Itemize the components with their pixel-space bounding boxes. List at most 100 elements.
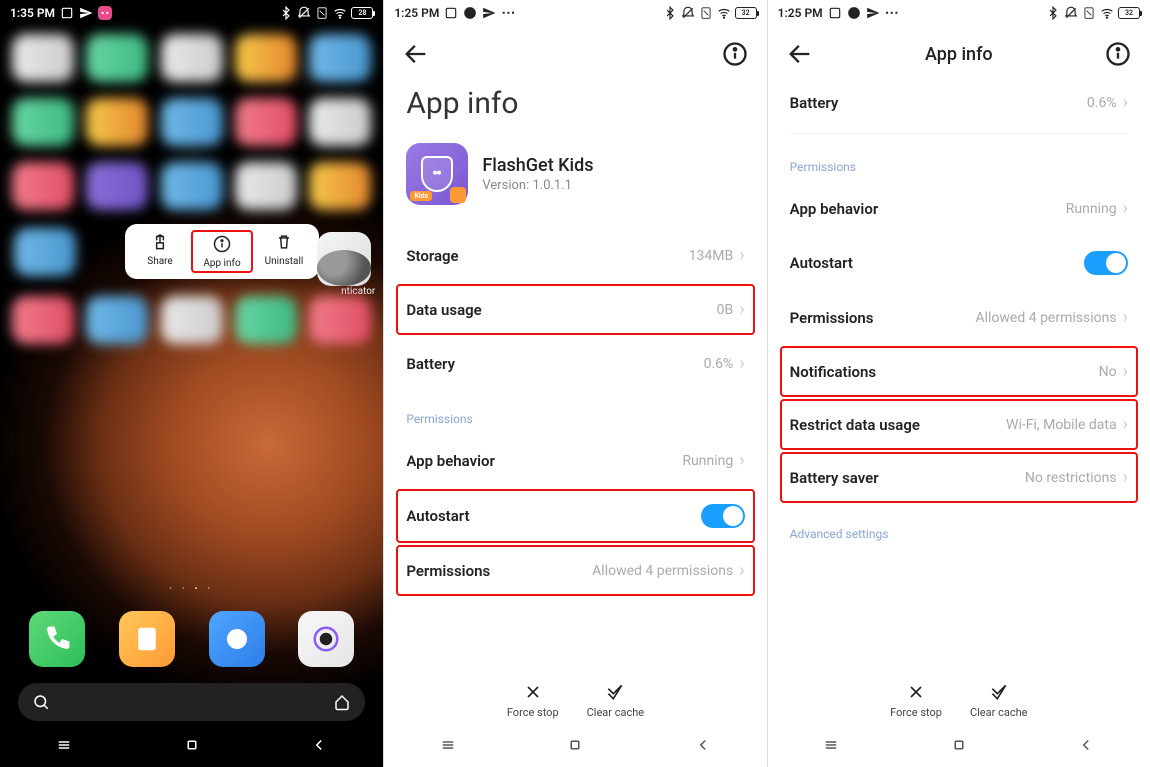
chevron-right-icon: › [739, 560, 744, 581]
blurred-app-icon[interactable] [12, 98, 74, 146]
home-shape-icon [333, 693, 351, 711]
row-battery[interactable]: Battery 0.6%› [396, 337, 754, 390]
row-app-behavior[interactable]: App behavior Running› [780, 182, 1138, 235]
blurred-app-icon[interactable] [12, 162, 74, 210]
status-time: 1:35 PM [10, 6, 55, 20]
dock-browser-icon[interactable] [209, 611, 265, 667]
app-version: Version: 1.0.1.1 [482, 178, 593, 193]
section-permissions: Permissions [780, 138, 1138, 182]
status-bar: 1:25 PM ⋯ 32 [384, 0, 766, 26]
nav-bar [768, 727, 1150, 767]
blurred-app-icon[interactable] [86, 162, 148, 210]
wifi-icon [1100, 6, 1114, 20]
row-restrict-data[interactable]: Restrict data usage Wi-Fi, Mobile data› [780, 399, 1138, 450]
autostart-toggle[interactable] [1084, 251, 1128, 275]
authenticator-app-icon[interactable] [317, 232, 371, 286]
nav-home[interactable] [566, 736, 584, 758]
row-permissions[interactable]: Permissions Allowed 4 permissions› [780, 291, 1138, 344]
row-app-behavior[interactable]: App behavior Running› [396, 434, 754, 487]
dock-phone-icon[interactable] [29, 611, 85, 667]
bottom-actions: Force stop Clear cache [384, 676, 766, 727]
row-data-usage[interactable]: Data usage 0B› [396, 284, 754, 335]
chevron-right-icon: › [739, 299, 744, 320]
status-app-icon [444, 6, 458, 20]
nav-recents[interactable] [822, 736, 840, 758]
blurred-app-icon[interactable] [309, 34, 371, 82]
nav-home[interactable] [183, 736, 201, 758]
info-button[interactable] [721, 40, 749, 68]
status-more-icon: ⋯ [501, 5, 515, 21]
autostart-toggle[interactable] [701, 504, 745, 528]
blurred-app-icon[interactable] [12, 34, 74, 82]
nav-recents[interactable] [55, 736, 73, 758]
blurred-app-icon[interactable] [309, 296, 371, 344]
row-autostart[interactable]: Autostart [780, 235, 1138, 291]
long-press-popup: Share App info Uninstall [125, 224, 319, 279]
status-time: 1:25 PM [394, 6, 439, 20]
blurred-app-icon[interactable] [12, 296, 74, 344]
row-battery-saver[interactable]: Battery saver No restrictions› [780, 452, 1138, 503]
telegram-icon [847, 6, 861, 20]
nav-back[interactable] [694, 736, 712, 758]
nav-bar [0, 727, 383, 767]
dock-notes-icon[interactable] [119, 611, 175, 667]
status-send-icon [866, 6, 880, 20]
icon-row-3 [0, 154, 383, 218]
nav-back[interactable] [1077, 736, 1095, 758]
row-autostart[interactable]: Autostart [396, 489, 754, 543]
nav-recents[interactable] [439, 736, 457, 758]
blurred-app-icon[interactable] [86, 98, 148, 146]
blurred-app-icon[interactable] [161, 98, 223, 146]
force-stop-button[interactable]: Force stop [890, 682, 942, 719]
search-bar[interactable] [18, 683, 365, 721]
blurred-app-icon[interactable] [161, 162, 223, 210]
blurred-app-icon[interactable] [235, 162, 297, 210]
status-bar: 1:25 PM ⋯ 32 [768, 0, 1150, 26]
section-advanced: Advanced settings [780, 505, 1138, 549]
blurred-app-icon[interactable] [235, 34, 297, 82]
dnd-icon [681, 6, 695, 20]
dock [0, 601, 383, 677]
row-battery[interactable]: Battery 0.6%› [780, 76, 1138, 129]
row-notifications[interactable]: Notifications No› [780, 346, 1138, 397]
force-stop-button[interactable]: Force stop [507, 682, 559, 719]
blurred-app-icon[interactable] [309, 162, 371, 210]
row-permissions[interactable]: Permissions Allowed 4 permissions› [396, 545, 754, 596]
search-icon [32, 693, 50, 711]
blurred-app-icon[interactable] [86, 34, 148, 82]
chevron-right-icon: › [1123, 307, 1128, 328]
back-button[interactable] [786, 40, 814, 68]
blurred-app-icon[interactable] [235, 98, 297, 146]
bluetooth-icon [663, 6, 677, 20]
blurred-app-icon[interactable] [235, 296, 297, 344]
clear-cache-button[interactable]: Clear cache [587, 682, 645, 719]
screen-appinfo-2: 1:25 PM ⋯ 32 App info Battery 0.6%› Perm… [767, 0, 1150, 767]
popup-share[interactable]: Share [129, 230, 191, 273]
nav-home[interactable] [950, 736, 968, 758]
info-button[interactable] [1104, 40, 1132, 68]
popup-app-info[interactable]: App info [191, 230, 253, 273]
wifi-icon [717, 6, 731, 20]
row-storage[interactable]: Storage 134MB› [396, 229, 754, 282]
chevron-right-icon: › [1123, 414, 1128, 435]
icon-row-5 [0, 288, 383, 352]
back-button[interactable] [402, 40, 430, 68]
clear-cache-button[interactable]: Clear cache [970, 682, 1028, 719]
popup-uninstall[interactable]: Uninstall [253, 230, 315, 273]
battery-icon: 32 [1118, 7, 1140, 19]
bottom-actions: Force stop Clear cache [768, 676, 1150, 727]
page-title: App info [384, 76, 766, 139]
page-indicator: • • • • [0, 576, 383, 601]
blurred-app-icon[interactable] [309, 98, 371, 146]
status-send-icon [79, 6, 93, 20]
screen-appinfo-1: 1:25 PM ⋯ 32 App info Kids FlashGet Kids… [383, 0, 766, 767]
battery-icon: 28 [351, 7, 373, 19]
blurred-app-icon[interactable] [14, 228, 76, 276]
blurred-app-icon[interactable] [161, 34, 223, 82]
blurred-app-icon[interactable] [86, 296, 148, 344]
dock-camera-icon[interactable] [298, 611, 354, 667]
blurred-app-icon[interactable] [161, 296, 223, 344]
nav-back[interactable] [310, 736, 328, 758]
status-app-icon [60, 6, 74, 20]
nav-bar [384, 727, 766, 767]
